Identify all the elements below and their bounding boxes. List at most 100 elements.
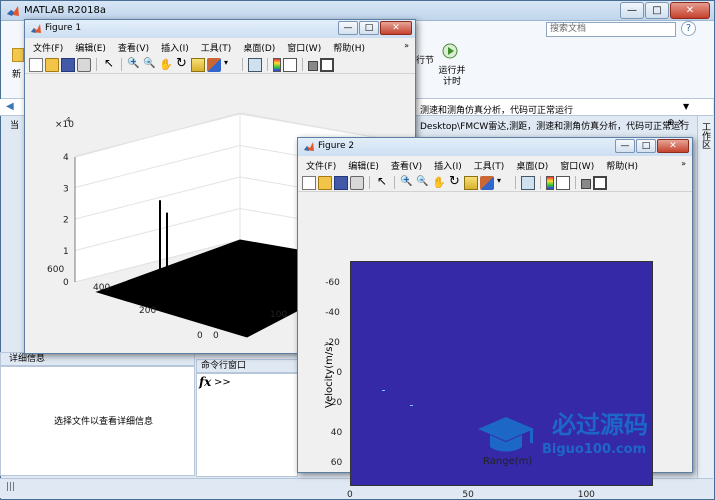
- pan-icon[interactable]: [432, 176, 446, 190]
- y-tick-label: 200: [139, 306, 156, 316]
- close-button[interactable]: ✕: [670, 2, 710, 19]
- zoom-in-icon[interactable]: [127, 57, 141, 72]
- save-figure-icon[interactable]: [61, 57, 75, 72]
- menu-insert[interactable]: 插入(I): [434, 159, 462, 172]
- menu-tools[interactable]: 工具(T): [474, 159, 505, 172]
- figure1-title-bar[interactable]: Figure 1 — □ ✕: [25, 20, 415, 38]
- data-cursor-icon[interactable]: [464, 175, 478, 190]
- main-title-bar: MATLAB R2018a — □ ✕: [1, 1, 714, 21]
- menu-edit[interactable]: 编辑(E): [348, 159, 379, 172]
- new-button-label[interactable]: 新: [12, 67, 21, 80]
- minimize-button[interactable]: —: [620, 2, 644, 19]
- maximize-button[interactable]: □: [645, 2, 669, 19]
- menu-desktop[interactable]: 桌面(D): [516, 159, 548, 172]
- toolbar-divider: [267, 58, 268, 71]
- run-section-label[interactable]: 行节: [416, 53, 434, 66]
- menu-window[interactable]: 窗口(W): [287, 41, 321, 54]
- z-tick-label: 0: [63, 278, 69, 288]
- open-file-icon[interactable]: [318, 175, 332, 190]
- rotate-3d-icon[interactable]: [448, 174, 462, 190]
- open-file-icon[interactable]: [45, 57, 59, 72]
- search-documentation-input[interactable]: 搜索文档: [546, 22, 676, 37]
- details-panel-header: 详细信息: [0, 352, 195, 366]
- surface-peak: [166, 212, 168, 272]
- toolbar-divider: [540, 176, 541, 189]
- toolbar-divider: [121, 58, 122, 71]
- new-script-icon[interactable]: [12, 48, 24, 62]
- command-prompt[interactable]: >>: [214, 377, 231, 388]
- figure2-title: Figure 2: [318, 141, 355, 151]
- edit-plot-icon[interactable]: [102, 56, 116, 72]
- run-and-time-button[interactable]: 运行并 计时: [437, 66, 467, 88]
- run-and-time-icon[interactable]: [442, 43, 458, 59]
- save-figure-icon[interactable]: [334, 175, 348, 190]
- hide-plot-tools-icon[interactable]: [308, 60, 318, 71]
- figure2-plot-area: -60 -40 -20 0 20 40 60 0 50 100 Range(m) Velocity…: [298, 193, 692, 500]
- address-dropdown-icon[interactable]: ▼: [683, 102, 689, 111]
- insert-legend-icon[interactable]: [283, 57, 297, 72]
- x-tick-label: 0: [213, 331, 219, 341]
- zoom-in-icon[interactable]: [400, 175, 414, 190]
- insert-legend-icon[interactable]: [556, 175, 570, 190]
- current-folder-tab[interactable]: 当: [10, 118, 19, 131]
- menu-desktop[interactable]: 桌面(D): [243, 41, 275, 54]
- matlab-logo-icon: [7, 6, 19, 16]
- x-tick-label: 100: [270, 310, 287, 320]
- figure2-maximize-button[interactable]: □: [636, 139, 656, 153]
- fx-icon[interactable]: fx: [199, 375, 211, 389]
- zoom-out-icon[interactable]: [143, 57, 157, 72]
- figure1-minimize-button[interactable]: —: [338, 21, 358, 35]
- show-plot-tools-icon[interactable]: [320, 57, 334, 72]
- menu-overflow-icon[interactable]: »: [404, 41, 409, 50]
- new-figure-icon[interactable]: [302, 175, 316, 190]
- y-tick-label: 0: [197, 331, 203, 341]
- figure2-title-bar[interactable]: Figure 2 — □ ✕: [298, 138, 692, 156]
- menu-insert[interactable]: 插入(I): [161, 41, 189, 54]
- x-tick-label: 0: [347, 490, 353, 500]
- show-plot-tools-icon[interactable]: [593, 175, 607, 190]
- figure2-close-button[interactable]: ✕: [657, 139, 689, 153]
- menu-tools[interactable]: 工具(T): [201, 41, 232, 54]
- brush-dropdown-icon[interactable]: [496, 176, 510, 190]
- link-plot-icon[interactable]: [248, 57, 262, 72]
- brush-dropdown-icon[interactable]: [223, 58, 237, 72]
- data-cursor-icon[interactable]: [191, 57, 205, 72]
- brush-icon[interactable]: [207, 57, 221, 72]
- zoom-out-icon[interactable]: [416, 175, 430, 190]
- range-velocity-heatmap[interactable]: [350, 261, 653, 486]
- z-tick-label: 4: [63, 153, 69, 163]
- menu-help[interactable]: 帮助(H): [333, 41, 365, 54]
- menu-file[interactable]: 文件(F): [33, 41, 63, 54]
- help-button[interactable]: ?: [681, 21, 696, 36]
- new-figure-icon[interactable]: [29, 57, 43, 72]
- rotate-3d-icon[interactable]: [175, 56, 189, 72]
- insert-colorbar-icon[interactable]: [546, 175, 554, 190]
- workspace-side-label[interactable]: 工作区: [700, 122, 710, 149]
- menu-view[interactable]: 查看(V): [118, 41, 149, 54]
- y-tick-label: -40: [325, 307, 340, 318]
- brush-icon[interactable]: [480, 175, 494, 190]
- print-figure-icon[interactable]: [77, 57, 91, 72]
- y-tick-label: 600: [47, 265, 64, 275]
- toolbar-divider: [394, 176, 395, 189]
- figure1-maximize-button[interactable]: □: [359, 21, 379, 35]
- insert-colorbar-icon[interactable]: [273, 57, 281, 72]
- pan-icon[interactable]: [159, 58, 173, 72]
- menu-edit[interactable]: 编辑(E): [75, 41, 106, 54]
- edit-plot-icon[interactable]: [375, 174, 389, 190]
- menu-view[interactable]: 查看(V): [391, 159, 422, 172]
- back-arrow-icon[interactable]: ◀: [6, 101, 14, 112]
- menu-help[interactable]: 帮助(H): [606, 159, 638, 172]
- link-plot-icon[interactable]: [521, 175, 535, 190]
- print-figure-icon[interactable]: [350, 175, 364, 190]
- figure1-close-button[interactable]: ✕: [380, 21, 412, 35]
- x-tick-label: 50: [462, 490, 474, 500]
- y-tick-label: 400: [93, 283, 110, 293]
- menu-overflow-icon[interactable]: »: [681, 159, 686, 168]
- panel-controls-icon[interactable]: ⊕ ×: [667, 118, 685, 128]
- figure2-minimize-button[interactable]: —: [615, 139, 635, 153]
- surface-peak: [159, 200, 161, 269]
- menu-file[interactable]: 文件(F): [306, 159, 336, 172]
- hide-plot-tools-icon[interactable]: [581, 178, 591, 189]
- menu-window[interactable]: 窗口(W): [560, 159, 594, 172]
